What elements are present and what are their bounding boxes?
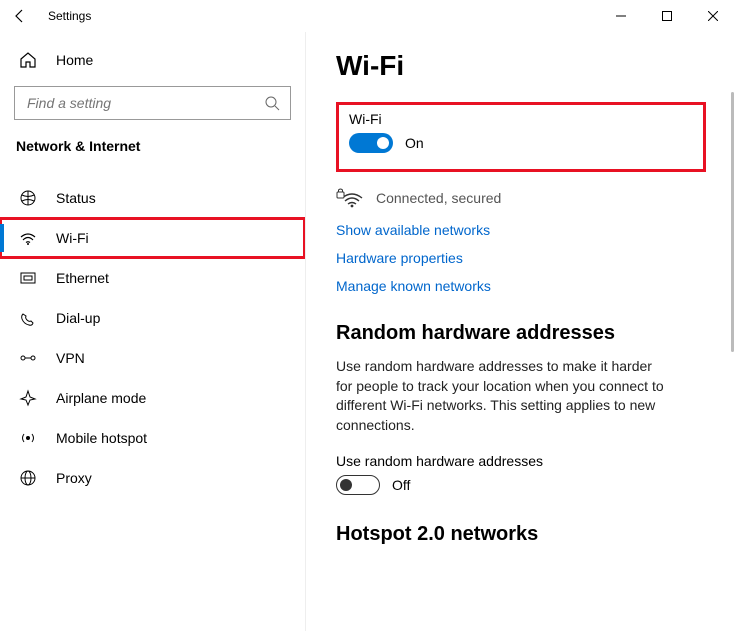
hardware-props-link[interactable]: Hardware properties bbox=[336, 250, 706, 266]
close-button[interactable] bbox=[690, 0, 736, 32]
ethernet-icon bbox=[18, 269, 38, 287]
home-label: Home bbox=[56, 52, 93, 68]
random-hw-desc: Use random hardware addresses to make it… bbox=[336, 357, 666, 435]
nav-item-wifi[interactable]: Wi-Fi bbox=[0, 218, 305, 258]
search-field[interactable] bbox=[14, 86, 291, 120]
wifi-toggle-section: Wi-Fi On bbox=[336, 102, 706, 172]
nav-item-ethernet[interactable]: Ethernet bbox=[0, 258, 305, 298]
random-hw-toggle[interactable] bbox=[336, 475, 380, 495]
nav-item-proxy[interactable]: Proxy bbox=[0, 458, 305, 498]
minimize-button[interactable] bbox=[598, 0, 644, 32]
vpn-icon bbox=[18, 349, 38, 367]
hotspot-icon bbox=[18, 429, 38, 447]
sidebar: Home Network & Internet Status bbox=[0, 32, 305, 631]
dialup-icon bbox=[18, 309, 38, 327]
maximize-button[interactable] bbox=[644, 0, 690, 32]
nav-item-vpn[interactable]: VPN bbox=[0, 338, 305, 378]
titlebar: Settings bbox=[0, 0, 736, 32]
home-link[interactable]: Home bbox=[0, 40, 305, 80]
wifi-toggle[interactable] bbox=[349, 133, 393, 153]
airplane-icon bbox=[18, 389, 38, 407]
nav-item-hotspot[interactable]: Mobile hotspot bbox=[0, 418, 305, 458]
nav-label: Wi-Fi bbox=[56, 230, 89, 246]
manage-known-link[interactable]: Manage known networks bbox=[336, 278, 706, 294]
connection-status-row: Connected, secured bbox=[336, 186, 706, 210]
scrollbar[interactable] bbox=[731, 92, 734, 352]
nav-item-dialup[interactable]: Dial-up bbox=[0, 298, 305, 338]
nav-label: Proxy bbox=[56, 470, 92, 486]
random-hw-toggle-state: Off bbox=[392, 477, 410, 493]
content-pane: Wi-Fi Wi-Fi On Connected, secured Show a… bbox=[305, 32, 736, 631]
nav-label: Ethernet bbox=[56, 270, 109, 286]
page-title: Wi-Fi bbox=[336, 50, 706, 82]
nav-label: VPN bbox=[56, 350, 85, 366]
random-hw-heading: Random hardware addresses bbox=[336, 322, 706, 345]
window-title: Settings bbox=[48, 9, 91, 23]
show-networks-link[interactable]: Show available networks bbox=[336, 222, 706, 238]
nav-label: Airplane mode bbox=[56, 390, 146, 406]
nav-list: Status Wi-Fi Ethernet Dial-up bbox=[0, 178, 305, 498]
wifi-icon bbox=[18, 229, 38, 247]
nav-label: Status bbox=[56, 190, 96, 206]
window-controls bbox=[598, 0, 736, 32]
proxy-icon bbox=[18, 469, 38, 487]
random-hw-toggle-label: Use random hardware addresses bbox=[336, 453, 706, 469]
nav-item-airplane[interactable]: Airplane mode bbox=[0, 378, 305, 418]
wifi-secured-icon bbox=[336, 186, 364, 210]
section-heading: Network & Internet bbox=[0, 130, 305, 168]
home-icon bbox=[18, 51, 38, 69]
status-icon bbox=[18, 189, 38, 207]
search-input[interactable] bbox=[25, 94, 264, 112]
hotspot-heading: Hotspot 2.0 networks bbox=[336, 523, 706, 546]
nav-item-status[interactable]: Status bbox=[0, 178, 305, 218]
connection-status-text: Connected, secured bbox=[376, 190, 501, 206]
back-button[interactable] bbox=[12, 8, 36, 24]
nav-label: Dial-up bbox=[56, 310, 100, 326]
nav-label: Mobile hotspot bbox=[56, 430, 147, 446]
wifi-toggle-state: On bbox=[405, 135, 424, 151]
wifi-sublabel: Wi-Fi bbox=[349, 111, 693, 127]
search-icon bbox=[264, 95, 280, 111]
